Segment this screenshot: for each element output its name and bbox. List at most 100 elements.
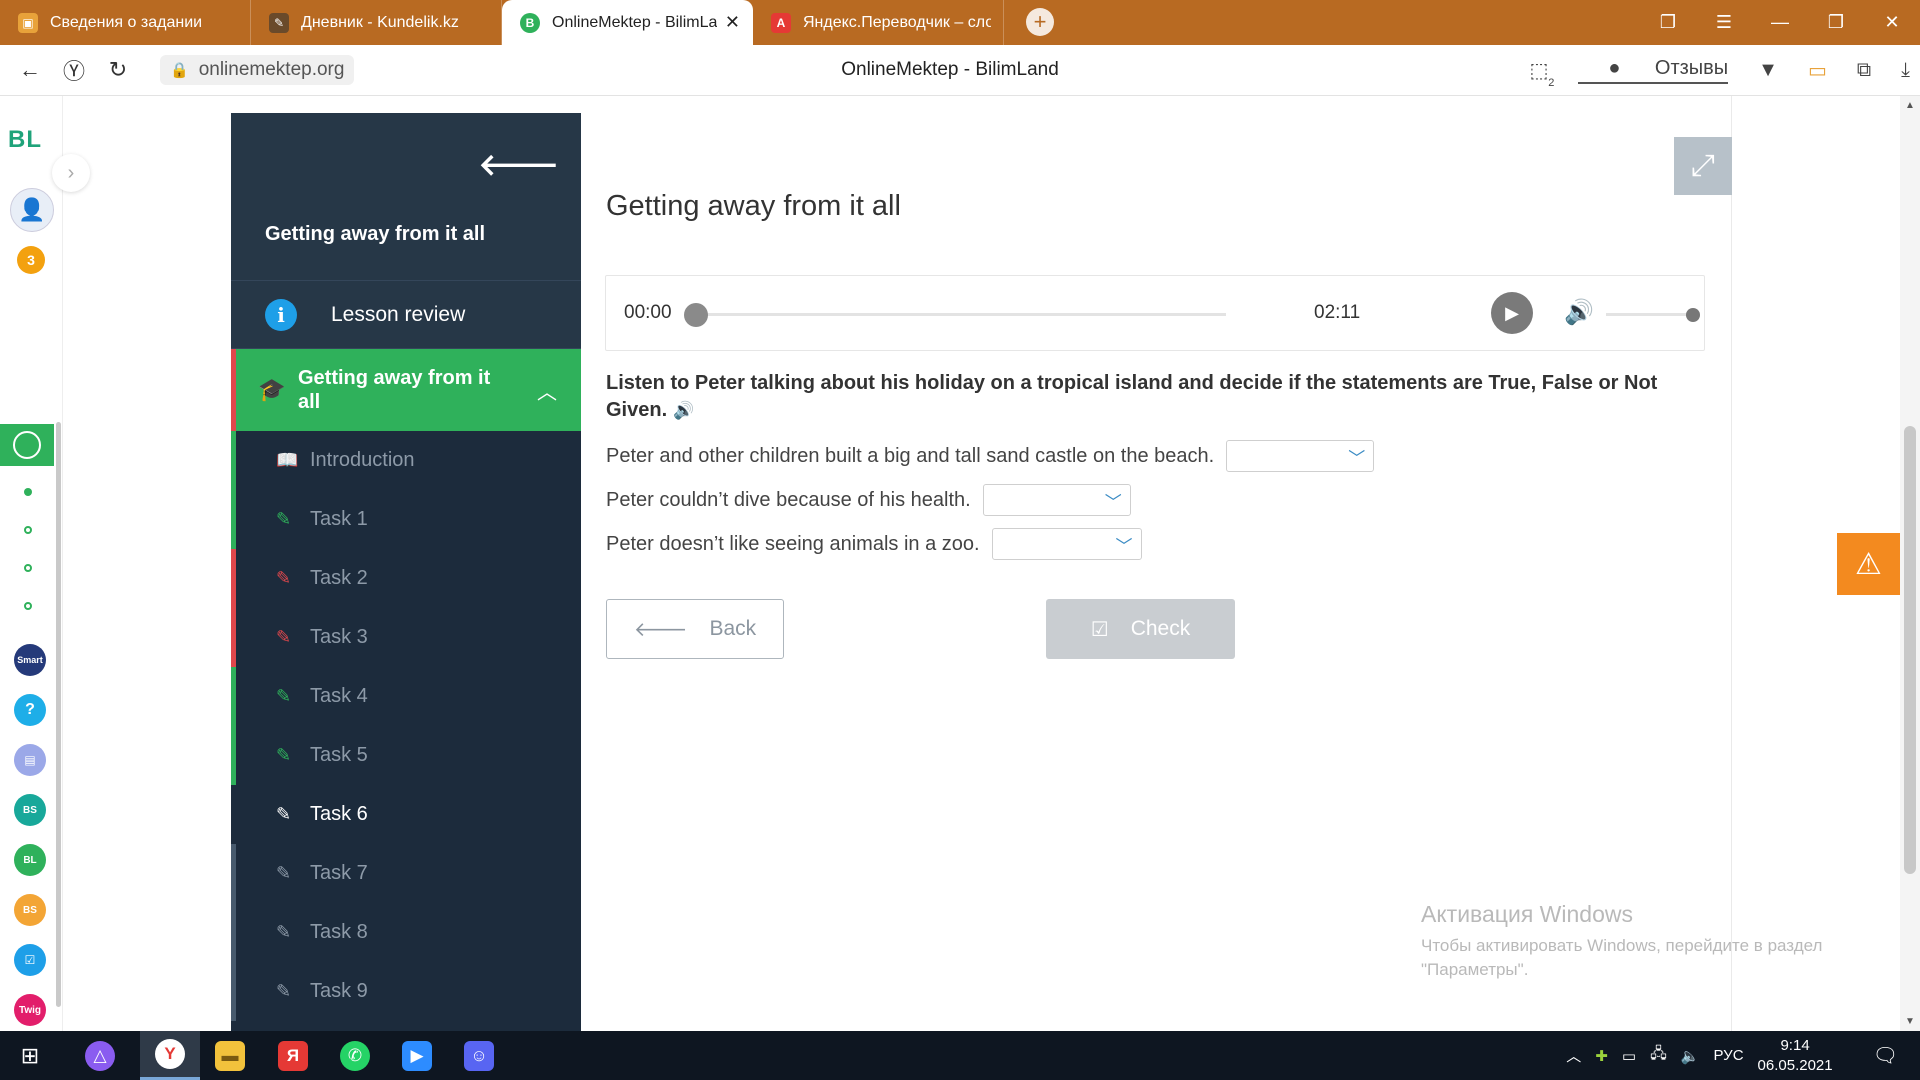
- browser-tab[interactable]: A Яндекс.Переводчик – сло: [753, 0, 1004, 45]
- back-arrow-icon[interactable]: ←: [8, 57, 52, 83]
- taskbar-app[interactable]: ☺: [449, 1031, 509, 1080]
- current-time: 00:00: [624, 302, 672, 323]
- tab-title: Яндекс.Переводчик – сло: [803, 13, 991, 31]
- expand-rail-chevron-icon[interactable]: ›: [52, 154, 90, 192]
- taskbar-app[interactable]: ▶: [387, 1031, 447, 1080]
- seek-knob[interactable]: [684, 303, 708, 327]
- twig-app-icon[interactable]: Twig: [14, 994, 46, 1026]
- course-item[interactable]: ✎ Task 3: [231, 608, 581, 667]
- network-icon[interactable]: 🖧: [1650, 1043, 1667, 1068]
- volume-knob[interactable]: [1686, 308, 1700, 322]
- clock[interactable]: 9:14 06.05.2021: [1758, 1036, 1833, 1076]
- lesson-review-item[interactable]: i Lesson review: [231, 281, 581, 349]
- answer-dropdown[interactable]: ﹀: [982, 484, 1131, 516]
- seek-track[interactable]: [686, 313, 1226, 316]
- course-item[interactable]: ✎ Task 5: [231, 726, 581, 785]
- bilimland-app-icon[interactable]: BL: [14, 844, 46, 876]
- fullscreen-button[interactable]: ⤢: [1674, 137, 1732, 195]
- avatar[interactable]: 👤: [10, 188, 54, 232]
- restore-icon[interactable]: ❐: [1808, 12, 1864, 33]
- instructions-text: Listen to Peter talking about his holida…: [606, 372, 1658, 421]
- rail-dot[interactable]: [24, 602, 32, 610]
- close-tab-icon[interactable]: ✕: [725, 12, 740, 33]
- downloads-icon[interactable]: ⬚ 2: [1529, 58, 1554, 89]
- bilim-science-app-icon[interactable]: BS: [14, 794, 46, 826]
- rail-dot[interactable]: [24, 526, 32, 534]
- tabs-overview-icon[interactable]: ❐: [1640, 12, 1696, 33]
- reviews-button[interactable]: ● Отзывы: [1578, 57, 1729, 84]
- back-button[interactable]: 🡐 Back: [606, 599, 784, 659]
- bilim-shop-app-icon[interactable]: BS: [14, 894, 46, 926]
- minimize-icon[interactable]: —: [1752, 12, 1808, 33]
- collapse-sidebar-arrow-icon[interactable]: 🡐: [479, 147, 559, 183]
- battery-icon[interactable]: ▭: [1808, 58, 1827, 83]
- course-item[interactable]: ✎ Task 4: [231, 667, 581, 726]
- battery-icon[interactable]: ▭: [1622, 1047, 1636, 1065]
- bilimland-logo[interactable]: BL: [8, 126, 42, 154]
- rail-scrollbar[interactable]: [56, 422, 61, 1007]
- answer-dropdown[interactable]: ﹀: [991, 528, 1142, 560]
- course-item[interactable]: ✎ Task 1: [231, 490, 581, 549]
- help-app-icon[interactable]: ?: [14, 694, 46, 726]
- notifications-icon[interactable]: 🗨: [1873, 1043, 1898, 1068]
- course-item[interactable]: 📖 Introduction: [231, 431, 581, 490]
- volume-icon[interactable]: 🔊: [1564, 298, 1594, 327]
- yandex-icon: Я: [278, 1040, 308, 1071]
- download-icon[interactable]: ⤓: [1901, 59, 1910, 82]
- browser-tab[interactable]: ▣ Сведения о задании: [0, 0, 251, 45]
- course-item[interactable]: ✎ Task 2: [231, 549, 581, 608]
- check-button[interactable]: ☑ Check: [1046, 599, 1235, 659]
- dictionary-app-icon[interactable]: ▤: [14, 744, 46, 776]
- online-mektep-app[interactable]: [0, 424, 54, 466]
- menu-icon[interactable]: ☰: [1696, 12, 1752, 33]
- section-header-getting-away[interactable]: 🎓 Getting away from it all ︿: [231, 349, 581, 431]
- course-item-label: Task 9: [310, 980, 368, 1002]
- course-item[interactable]: ✎ Task 8: [231, 903, 581, 962]
- page-scrollbar[interactable]: ▲ ▼: [1900, 96, 1920, 1031]
- show-hidden-icons-icon[interactable]: ︿: [1566, 1045, 1581, 1066]
- course-item[interactable]: ✎ Task 9: [231, 962, 581, 1021]
- yandex-icon[interactable]: Ⓨ: [52, 54, 96, 86]
- taskbar-app[interactable]: △: [70, 1031, 130, 1080]
- browser-tab-active[interactable]: B OnlineMektep - BilimLand ✕: [502, 0, 753, 45]
- tab-favicon-icon: B: [520, 12, 540, 33]
- section-title: Getting away from it all: [298, 367, 491, 413]
- windows-logo-icon: ⊞: [20, 1042, 40, 1068]
- answer-dropdown[interactable]: ﹀: [1226, 440, 1375, 472]
- scroll-up-icon[interactable]: ▲: [1905, 100, 1915, 111]
- close-window-icon[interactable]: ✕: [1864, 12, 1920, 33]
- watermark-text: Чтобы активировать Windows, перейдите в …: [1421, 934, 1822, 982]
- bookmark-icon[interactable]: ▼: [1758, 59, 1778, 82]
- points-badge[interactable]: 3: [17, 246, 45, 274]
- rail-dot[interactable]: [24, 564, 32, 572]
- language-indicator[interactable]: РУС: [1713, 1047, 1743, 1064]
- rail-dot[interactable]: [24, 488, 32, 496]
- smart-nation-app-icon[interactable]: Smart: [14, 644, 46, 676]
- yandex-browser-icon: Y: [155, 1039, 185, 1069]
- edit-icon: ✎: [276, 863, 292, 883]
- new-tab-button[interactable]: +: [1026, 8, 1054, 36]
- taskbar-app[interactable]: ✆: [325, 1031, 385, 1080]
- report-problem-button[interactable]: ⚠: [1837, 533, 1900, 595]
- question-text: Peter doesn’t like seeing animals in a z…: [606, 532, 980, 555]
- collections-icon[interactable]: ⧉: [1857, 59, 1871, 82]
- speaker-icon[interactable]: 🔊: [673, 401, 694, 420]
- play-button[interactable]: ▶: [1491, 292, 1533, 334]
- volume-icon[interactable]: 🔈: [1681, 1047, 1700, 1065]
- chevron-up-icon[interactable]: ︿: [537, 376, 557, 405]
- scroll-thumb[interactable]: [1904, 426, 1916, 874]
- taskbar-app-active[interactable]: Y: [140, 1031, 200, 1080]
- course-item[interactable]: ✎ Task 6: [231, 785, 581, 844]
- url-field[interactable]: 🔒 onlinemektep.org: [160, 55, 355, 85]
- course-item[interactable]: ✎ Task 7: [231, 844, 581, 903]
- taskbar-app[interactable]: Я: [263, 1031, 323, 1080]
- expand-icon: ⤢: [1691, 149, 1715, 182]
- browser-tab[interactable]: ✎ Дневник - Kundelik.kz: [251, 0, 502, 45]
- reload-icon[interactable]: ↻: [96, 57, 140, 83]
- tray-app-icon[interactable]: ✚: [1595, 1047, 1608, 1065]
- volume-track[interactable]: [1606, 313, 1691, 316]
- tasks-app-icon[interactable]: ☑: [14, 944, 46, 976]
- scroll-down-icon[interactable]: ▼: [1905, 1016, 1915, 1027]
- start-button[interactable]: ⊞: [0, 1031, 60, 1080]
- taskbar-app[interactable]: ▬: [200, 1031, 260, 1080]
